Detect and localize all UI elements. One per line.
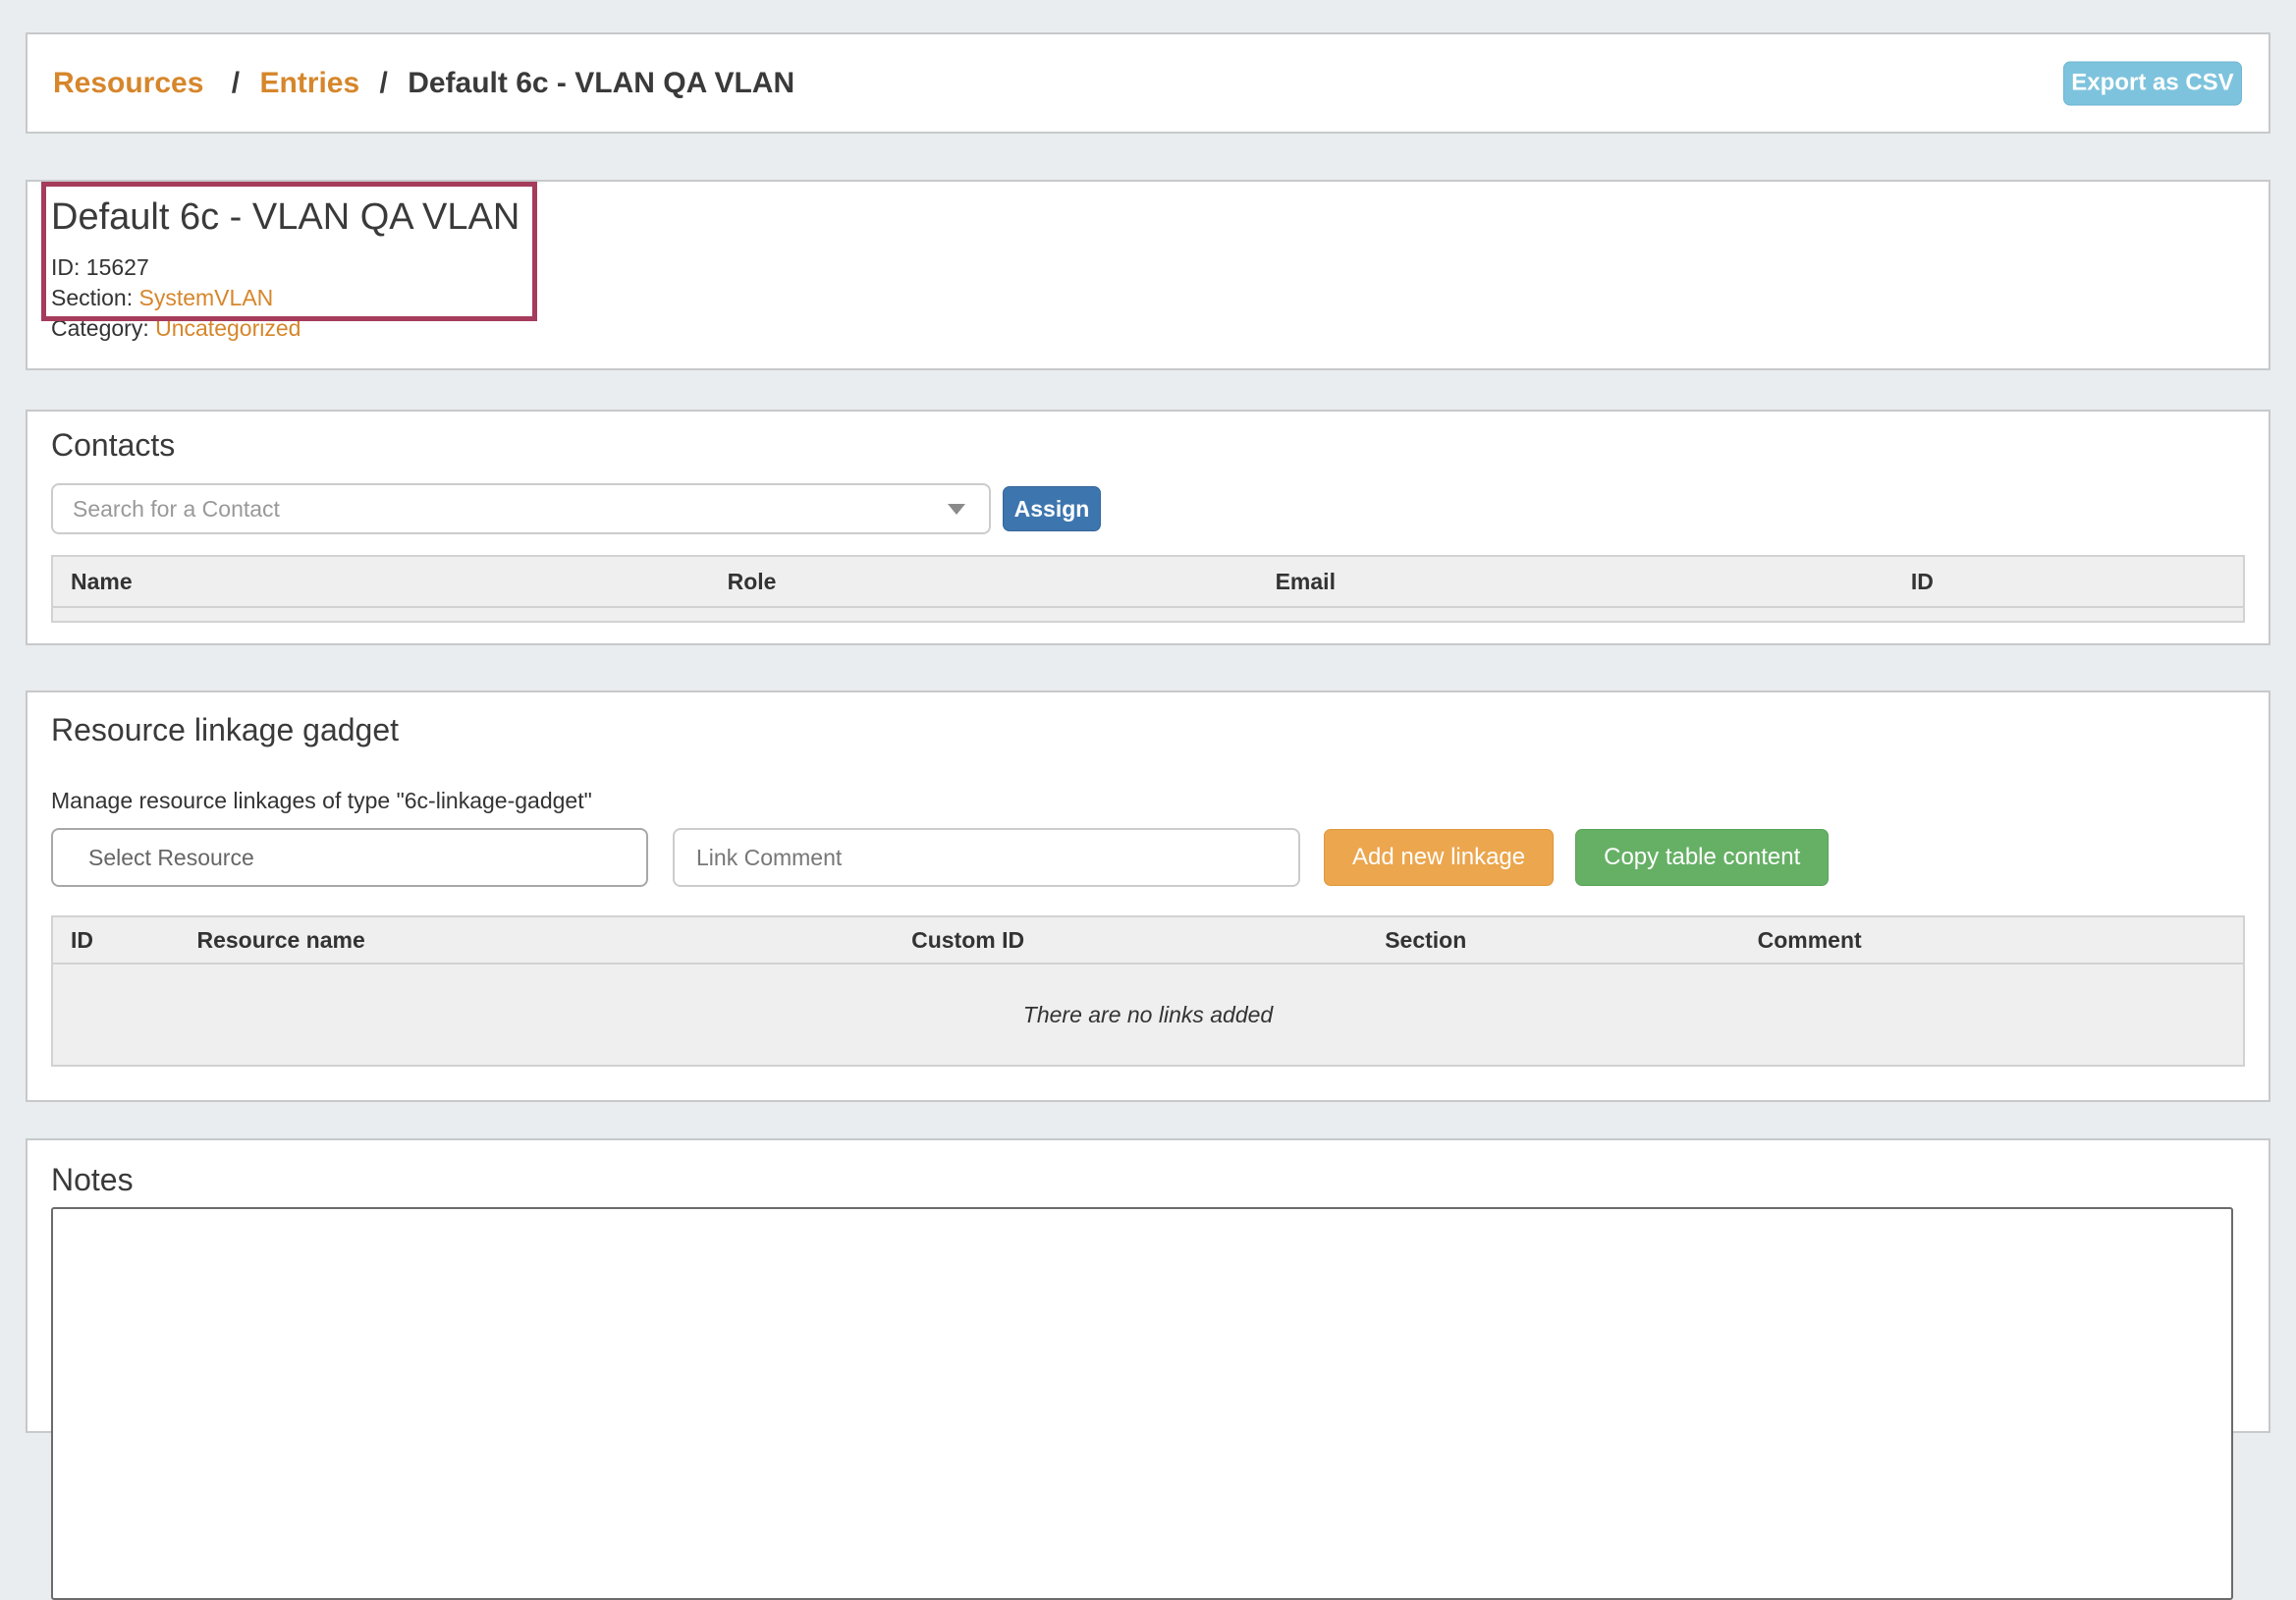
linkage-empty-row: There are no links added (52, 964, 2244, 1066)
link-comment-input[interactable] (673, 828, 1300, 887)
breadcrumb-link-entries[interactable]: Entries (259, 67, 359, 99)
assign-button[interactable]: Assign (1003, 486, 1101, 531)
contacts-column-email: Email (1258, 556, 1893, 607)
linkage-table: ID Resource name Custom ID Section Comme… (51, 915, 2245, 1067)
export-csv-button[interactable]: Export as CSV (2063, 61, 2242, 105)
contact-controls: Search for a Contact Assign (51, 483, 2245, 534)
contacts-table: Name Role Email ID (51, 555, 2245, 623)
linkage-table-header-row: ID Resource name Custom ID Section Comme… (52, 916, 2244, 964)
contacts-column-name: Name (52, 556, 710, 607)
breadcrumb: Resources / Entries / Default 6c - VLAN … (53, 67, 794, 100)
section-link[interactable]: SystemVLAN (139, 285, 274, 310)
linkage-column-custom-id: Custom ID (894, 916, 1367, 964)
no-links-message: There are no links added (52, 964, 2244, 1066)
category-link[interactable]: Uncategorized (155, 315, 301, 341)
breadcrumb-separator: / (232, 67, 240, 99)
resource-info: ID: 15627 Section: SystemVLAN Category: … (51, 252, 2245, 344)
breadcrumb-link-resources[interactable]: Resources (53, 67, 203, 99)
breadcrumb-panel: Resources / Entries / Default 6c - VLAN … (26, 32, 2270, 134)
contact-search-select[interactable]: Search for a Contact (51, 483, 991, 534)
contacts-panel: Contacts Search for a Contact Assign Nam… (26, 410, 2270, 645)
notes-heading: Notes (51, 1140, 2245, 1198)
notes-textarea[interactable] (51, 1207, 2233, 1600)
linkage-column-id: ID (52, 916, 179, 964)
resource-section-line: Section: SystemVLAN (51, 283, 2245, 313)
contacts-empty-row (52, 607, 2244, 622)
contacts-table-header-row: Name Role Email ID (52, 556, 2244, 607)
breadcrumb-separator: / (380, 67, 388, 99)
contacts-heading: Contacts (51, 412, 2245, 464)
resource-id-line: ID: 15627 (51, 252, 2245, 283)
linkage-controls: Add new linkage Copy table content (51, 828, 2245, 887)
linkage-column-section: Section (1367, 916, 1739, 964)
linkage-heading: Resource linkage gadget (51, 692, 2245, 748)
select-resource-input[interactable] (51, 828, 648, 887)
resource-title: Default 6c - VLAN QA VLAN (51, 195, 2245, 239)
contact-search-placeholder: Search for a Contact (73, 496, 280, 523)
contacts-column-role: Role (710, 556, 1258, 607)
copy-table-content-button[interactable]: Copy table content (1575, 829, 1829, 886)
linkage-description: Manage resource linkages of type "6c-lin… (51, 788, 2245, 814)
resource-category-label: Category: (51, 315, 149, 341)
linkage-column-comment: Comment (1740, 916, 2244, 964)
linkage-column-resource-name: Resource name (179, 916, 894, 964)
resource-info-panel: Default 6c - VLAN QA VLAN ID: 15627 Sect… (26, 180, 2270, 370)
breadcrumb-current-page: Default 6c - VLAN QA VLAN (408, 67, 794, 99)
notes-panel: Notes (26, 1138, 2270, 1433)
resource-category-line: Category: Uncategorized (51, 313, 2245, 344)
dropdown-arrow-icon (948, 504, 965, 515)
resource-linkage-panel: Resource linkage gadget Manage resource … (26, 690, 2270, 1102)
add-new-linkage-button[interactable]: Add new linkage (1324, 829, 1554, 886)
resource-id-value: 15627 (86, 254, 149, 280)
contacts-column-id: ID (1893, 556, 2244, 607)
resource-section-label: Section: (51, 285, 133, 310)
resource-id-label: ID: (51, 254, 80, 280)
